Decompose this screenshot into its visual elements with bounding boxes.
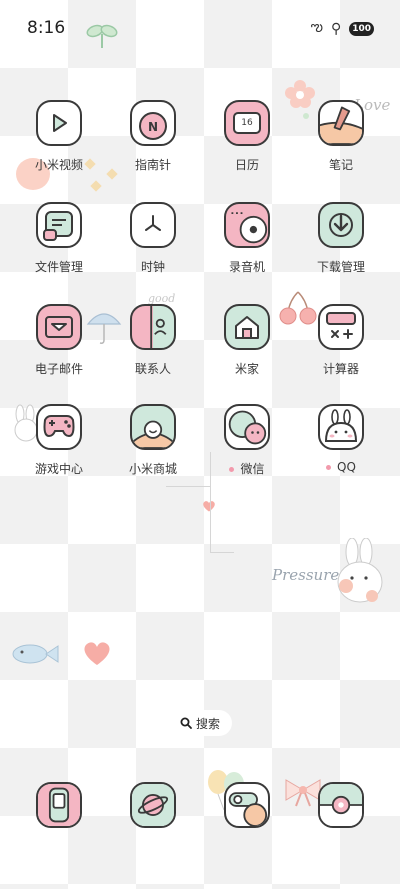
app-label: 电子邮件 — [34, 362, 83, 376]
home-icon — [224, 304, 270, 350]
calendar-icon: 16 — [224, 100, 270, 146]
compass-icon: N — [130, 100, 176, 146]
app-compass[interactable]: N 指南针 — [106, 100, 200, 173]
camera-icon — [320, 784, 362, 826]
bunny-decoration — [337, 538, 383, 603]
app-calendar[interactable]: 16 日历 — [200, 100, 294, 173]
app-qq[interactable]: QQ — [294, 404, 388, 474]
heart-decoration — [84, 642, 110, 665]
app-contacts[interactable]: 联系人 — [106, 304, 200, 377]
store-icon — [130, 404, 176, 450]
app-label: 联系人 — [134, 362, 171, 376]
app-label: QQ — [294, 460, 388, 474]
dock-settings-app[interactable] — [224, 782, 270, 828]
app-mi-store[interactable]: 小米商城 — [106, 404, 200, 477]
battery-indicator: 100 — [349, 21, 374, 36]
new-indicator-dot — [229, 467, 235, 472]
dock-browser-app[interactable] — [130, 782, 176, 828]
gamepad-icon — [36, 404, 82, 450]
app-calculator[interactable]: 计算器 — [294, 304, 388, 377]
qq-icon — [318, 404, 364, 450]
pressure-doodle-text: Pressure — [272, 566, 340, 584]
frame-line-decoration — [166, 486, 210, 487]
sparkle-decoration — [90, 180, 102, 192]
search-button[interactable]: 搜索 — [168, 710, 232, 736]
wifi-icon: ⚲ — [330, 20, 342, 37]
recorder-icon — [224, 202, 270, 248]
app-label: 日历 — [234, 158, 259, 172]
app-file-manager[interactable]: 文件管理 — [12, 202, 106, 275]
status-bar: 8:16 ఌ ⚲ 100 — [0, 0, 400, 56]
app-label: 笔记 — [328, 158, 353, 172]
dock-phone-app[interactable] — [36, 782, 82, 828]
app-mi-home[interactable]: 米家 — [200, 304, 294, 377]
download-icon — [318, 202, 364, 248]
app-label: 录音机 — [228, 260, 265, 274]
app-clock[interactable]: 时钟 — [106, 202, 200, 275]
email-icon — [36, 304, 82, 350]
frame-line-decoration — [210, 552, 234, 553]
app-mi-video[interactable]: 小米视频 — [12, 100, 106, 173]
video-play-icon — [36, 100, 82, 146]
app-label: 指南针 — [134, 158, 171, 172]
app-label: 微信 — [200, 460, 294, 477]
app-label: 下载管理 — [316, 260, 365, 274]
file-manager-icon — [36, 202, 82, 248]
dock-camera-app[interactable] — [318, 782, 364, 828]
svg-text:N: N — [148, 120, 158, 134]
new-indicator-dot — [326, 465, 332, 470]
settings-toggle-icon — [228, 792, 268, 826]
heart-decoration — [203, 501, 215, 512]
calendar-day: 16 — [233, 112, 261, 134]
app-recorder[interactable]: 录音机 — [200, 202, 294, 275]
app-notes[interactable]: 笔记 — [294, 100, 388, 173]
fish-decoration — [12, 644, 59, 664]
phone-icon — [38, 784, 80, 826]
app-label: 文件管理 — [34, 260, 83, 274]
app-label: 时钟 — [140, 260, 165, 274]
status-icons: ఌ ⚲ 100 — [311, 19, 374, 38]
app-label: 计算器 — [322, 362, 359, 376]
app-label: 小米视频 — [34, 158, 83, 172]
notes-icon — [318, 100, 364, 146]
contacts-icon — [130, 304, 176, 350]
app-game-center[interactable]: 游戏中心 — [12, 404, 106, 477]
app-label: 游戏中心 — [34, 462, 83, 476]
search-label: 搜索 — [195, 716, 220, 731]
wechat-icon — [224, 404, 270, 450]
status-time: 8:16 — [27, 18, 66, 38]
app-label: 小米商城 — [128, 462, 177, 476]
calculator-icon — [318, 304, 364, 350]
sprout-decoration — [86, 24, 118, 48]
alarm-icon: ఌ — [310, 19, 323, 35]
app-wechat[interactable]: 微信 — [200, 404, 294, 477]
app-email[interactable]: 电子邮件 — [12, 304, 106, 377]
browser-icon — [132, 784, 174, 826]
clock-icon — [130, 202, 176, 248]
search-icon — [180, 717, 192, 729]
app-downloads[interactable]: 下载管理 — [294, 202, 388, 275]
app-label: 米家 — [234, 362, 259, 376]
